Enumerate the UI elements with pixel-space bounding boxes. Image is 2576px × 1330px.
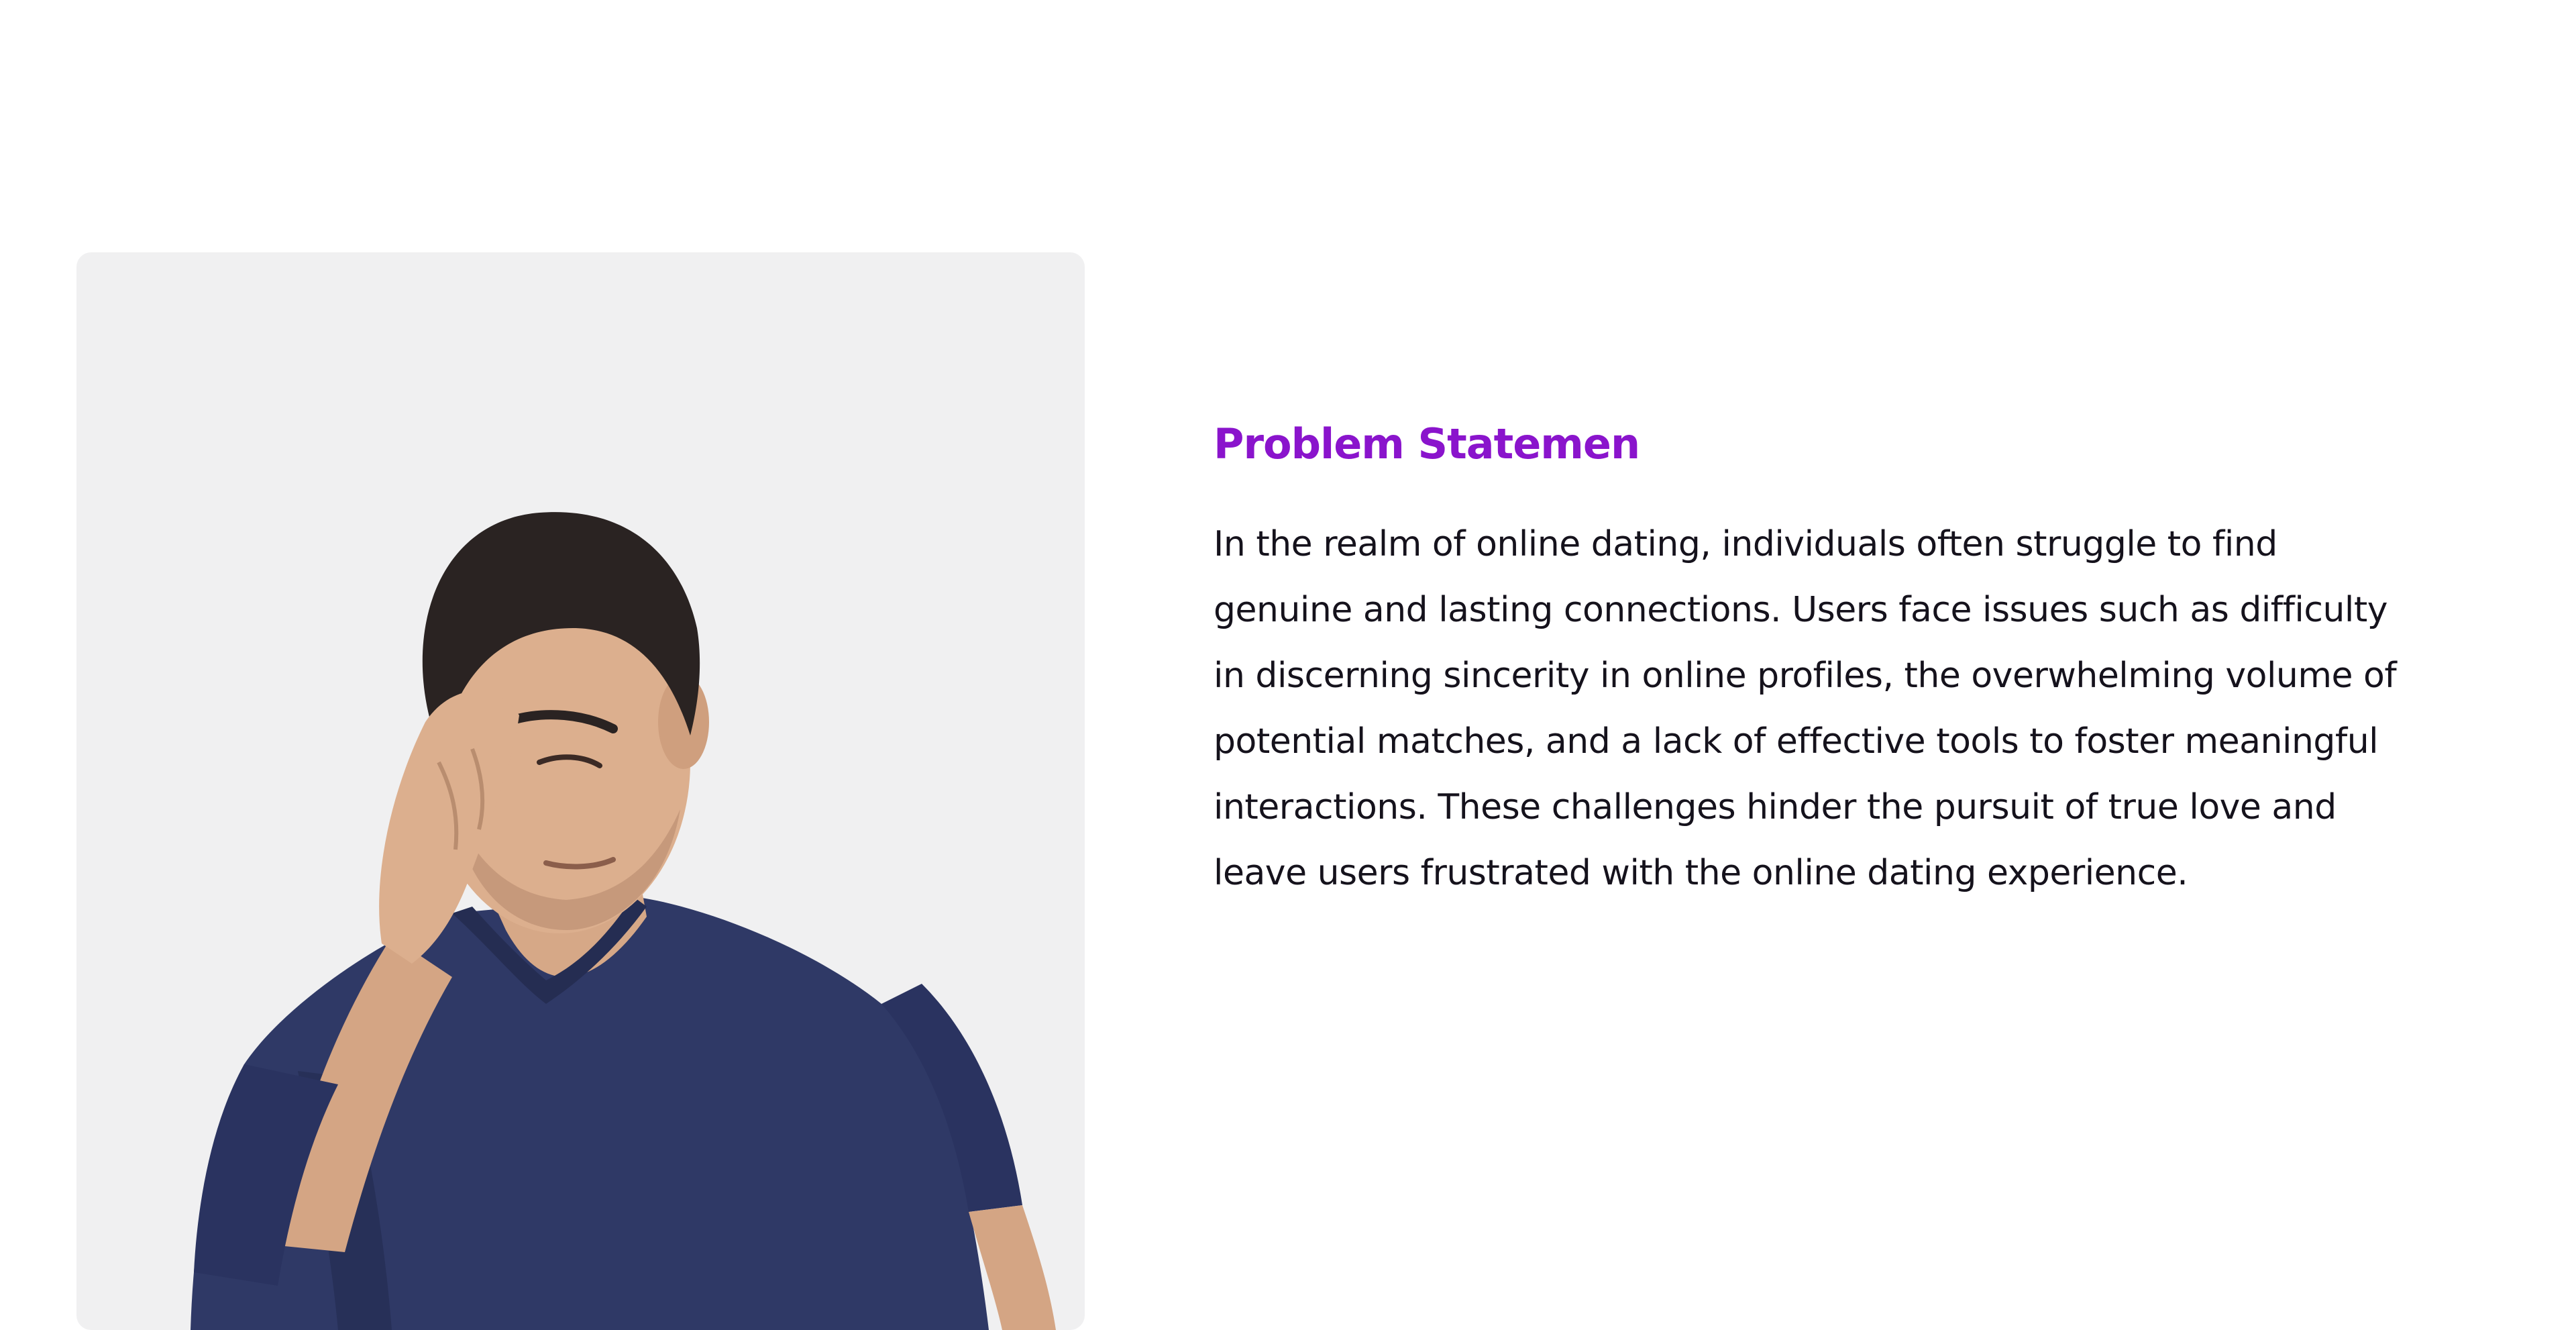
frustrated-man-image: [76, 252, 1085, 1330]
section-heading: Problem Statemen: [1214, 419, 1640, 468]
frustrated-man-illustration: [191, 512, 1056, 1330]
section-body-text: In the realm of online dating, individua…: [1214, 524, 2397, 893]
problem-statement-text: Problem Statemen In the realm of online …: [1214, 411, 2408, 906]
problem-statement-section: Problem Statemen In the realm of online …: [0, 0, 2576, 1330]
